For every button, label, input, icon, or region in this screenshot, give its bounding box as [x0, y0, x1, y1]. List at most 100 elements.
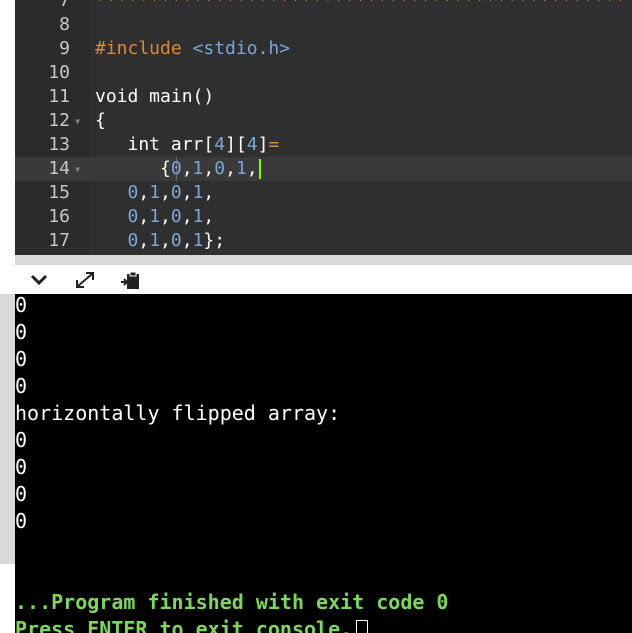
fold-toggle-icon[interactable]: ▾ [74, 109, 81, 133]
code-token: 1 [149, 182, 161, 203]
code-token: , [225, 158, 236, 179]
code-token: 0 [170, 206, 182, 227]
code-token: 4 [214, 134, 226, 155]
code-token: 1 [192, 158, 204, 179]
console-line: 0 [15, 319, 27, 346]
code-line[interactable]: 14 ▾ {0,1,0,1, [15, 157, 632, 181]
code-token: , [181, 230, 193, 251]
code-line[interactable]: 10 [15, 61, 632, 85]
code-line[interactable]: 11 void main() [15, 85, 632, 109]
code-token: 0 [127, 230, 139, 251]
code-token: , [138, 182, 150, 203]
console-line: 0 [15, 481, 27, 508]
code-text: 0,1,0,1}; [95, 229, 226, 253]
console-toolbar [15, 265, 632, 294]
text-cursor [258, 159, 261, 179]
console-text: 0 [15, 428, 28, 452]
left-margin [0, 0, 15, 633]
code-editor[interactable]: 7 ***************************************… [15, 0, 632, 255]
code-line[interactable]: 9 #include <stdio.h> [15, 37, 632, 61]
line-number: 10 [48, 62, 70, 83]
code-token: ] [257, 134, 269, 155]
console-line: 0 [15, 346, 27, 373]
code-token: , [160, 230, 171, 251]
code-token: , [160, 206, 171, 227]
console-line: ...Program finished with exit code 0 [15, 589, 448, 616]
code-token: 1 [192, 182, 204, 203]
code-token: { [95, 158, 171, 179]
console-text: 0 [15, 347, 28, 371]
console-text: 0 [15, 320, 28, 344]
code-text: ****************************************… [95, 0, 626, 13]
console-text: 0 [15, 455, 28, 479]
line-number: 12 [48, 110, 70, 131]
code-text: 0,1,0,1, [95, 181, 215, 205]
console-line: 0 [15, 373, 27, 400]
clipboard-paste-icon[interactable] [118, 269, 142, 291]
output-console[interactable]: 0 0 0 0 horizontally flipped array: 0 0 0 0 ...Pr… [15, 294, 632, 633]
code-token: , [203, 158, 215, 179]
code-token: , [138, 230, 150, 251]
console-line: Press ENTER to exit console. [15, 616, 369, 633]
terminal-cursor [356, 619, 369, 633]
code-token: 1 [192, 206, 204, 227]
code-token: #include [95, 38, 193, 59]
line-number: 17 [48, 230, 70, 251]
console-line: 0 [15, 508, 27, 535]
code-token: = [268, 134, 280, 155]
code-token: 0 [127, 206, 139, 227]
code-line[interactable]: 13 int arr[4][4]= [15, 133, 632, 157]
line-number: 9 [59, 38, 70, 59]
code-line[interactable]: 17 0,1,0,1}; [15, 229, 632, 253]
code-token: 1 [149, 206, 161, 227]
code-token: , [181, 158, 193, 179]
fold-toggle-icon[interactable]: ▾ [74, 157, 81, 181]
code-token: 0 [170, 182, 182, 203]
code-token: , [181, 206, 193, 227]
code-text: void main() [95, 85, 214, 109]
console-line: 0 [15, 294, 27, 319]
code-text: {0,1,0,1, [95, 157, 261, 181]
code-token: { [95, 110, 106, 131]
line-number: 14 [15, 157, 70, 181]
code-token: , [203, 182, 215, 203]
console-line: 0 [15, 454, 27, 481]
line-number: 15 [48, 182, 70, 203]
code-line[interactable]: 7 ***************************************… [15, 0, 632, 13]
code-token: , [138, 206, 150, 227]
code-token: 0 [214, 158, 226, 179]
console-text: Press ENTER to exit console. [15, 617, 353, 633]
code-token: void main() [95, 86, 215, 107]
code-token: , [160, 182, 171, 203]
code-line[interactable]: 8 [15, 13, 632, 37]
panel-divider[interactable] [15, 255, 632, 265]
console-text: ...Program finished with exit code 0 [15, 590, 449, 614]
chevron-down-icon[interactable] [27, 269, 51, 291]
code-text: 0,1,0,1, [95, 205, 215, 229]
line-number: 16 [48, 206, 70, 227]
console-text: 0 [15, 374, 28, 398]
vertical-scrollbar[interactable] [0, 294, 15, 564]
expand-icon[interactable] [73, 269, 97, 291]
code-token: <stdio.h> [192, 38, 291, 59]
console-line: 0 [15, 427, 27, 454]
console-text: 0 [15, 294, 28, 317]
code-text: #include <stdio.h> [95, 37, 290, 61]
code-line[interactable]: 12 ▾ { [15, 109, 632, 133]
console-text: 0 [15, 509, 28, 533]
code-token: 0 [170, 230, 182, 251]
line-number: 8 [59, 14, 70, 35]
code-token: 1 [149, 230, 161, 251]
code-line[interactable]: 16 0,1,0,1, [15, 205, 632, 229]
code-token: 0 [127, 182, 139, 203]
line-number: 7 [59, 0, 70, 11]
code-token: }; [203, 230, 226, 251]
line-number: 11 [48, 86, 70, 107]
line-number: 13 [48, 134, 70, 155]
code-line[interactable]: 15 0,1,0,1, [15, 181, 632, 205]
code-token: 4 [246, 134, 258, 155]
code-token: 1 [192, 230, 204, 251]
